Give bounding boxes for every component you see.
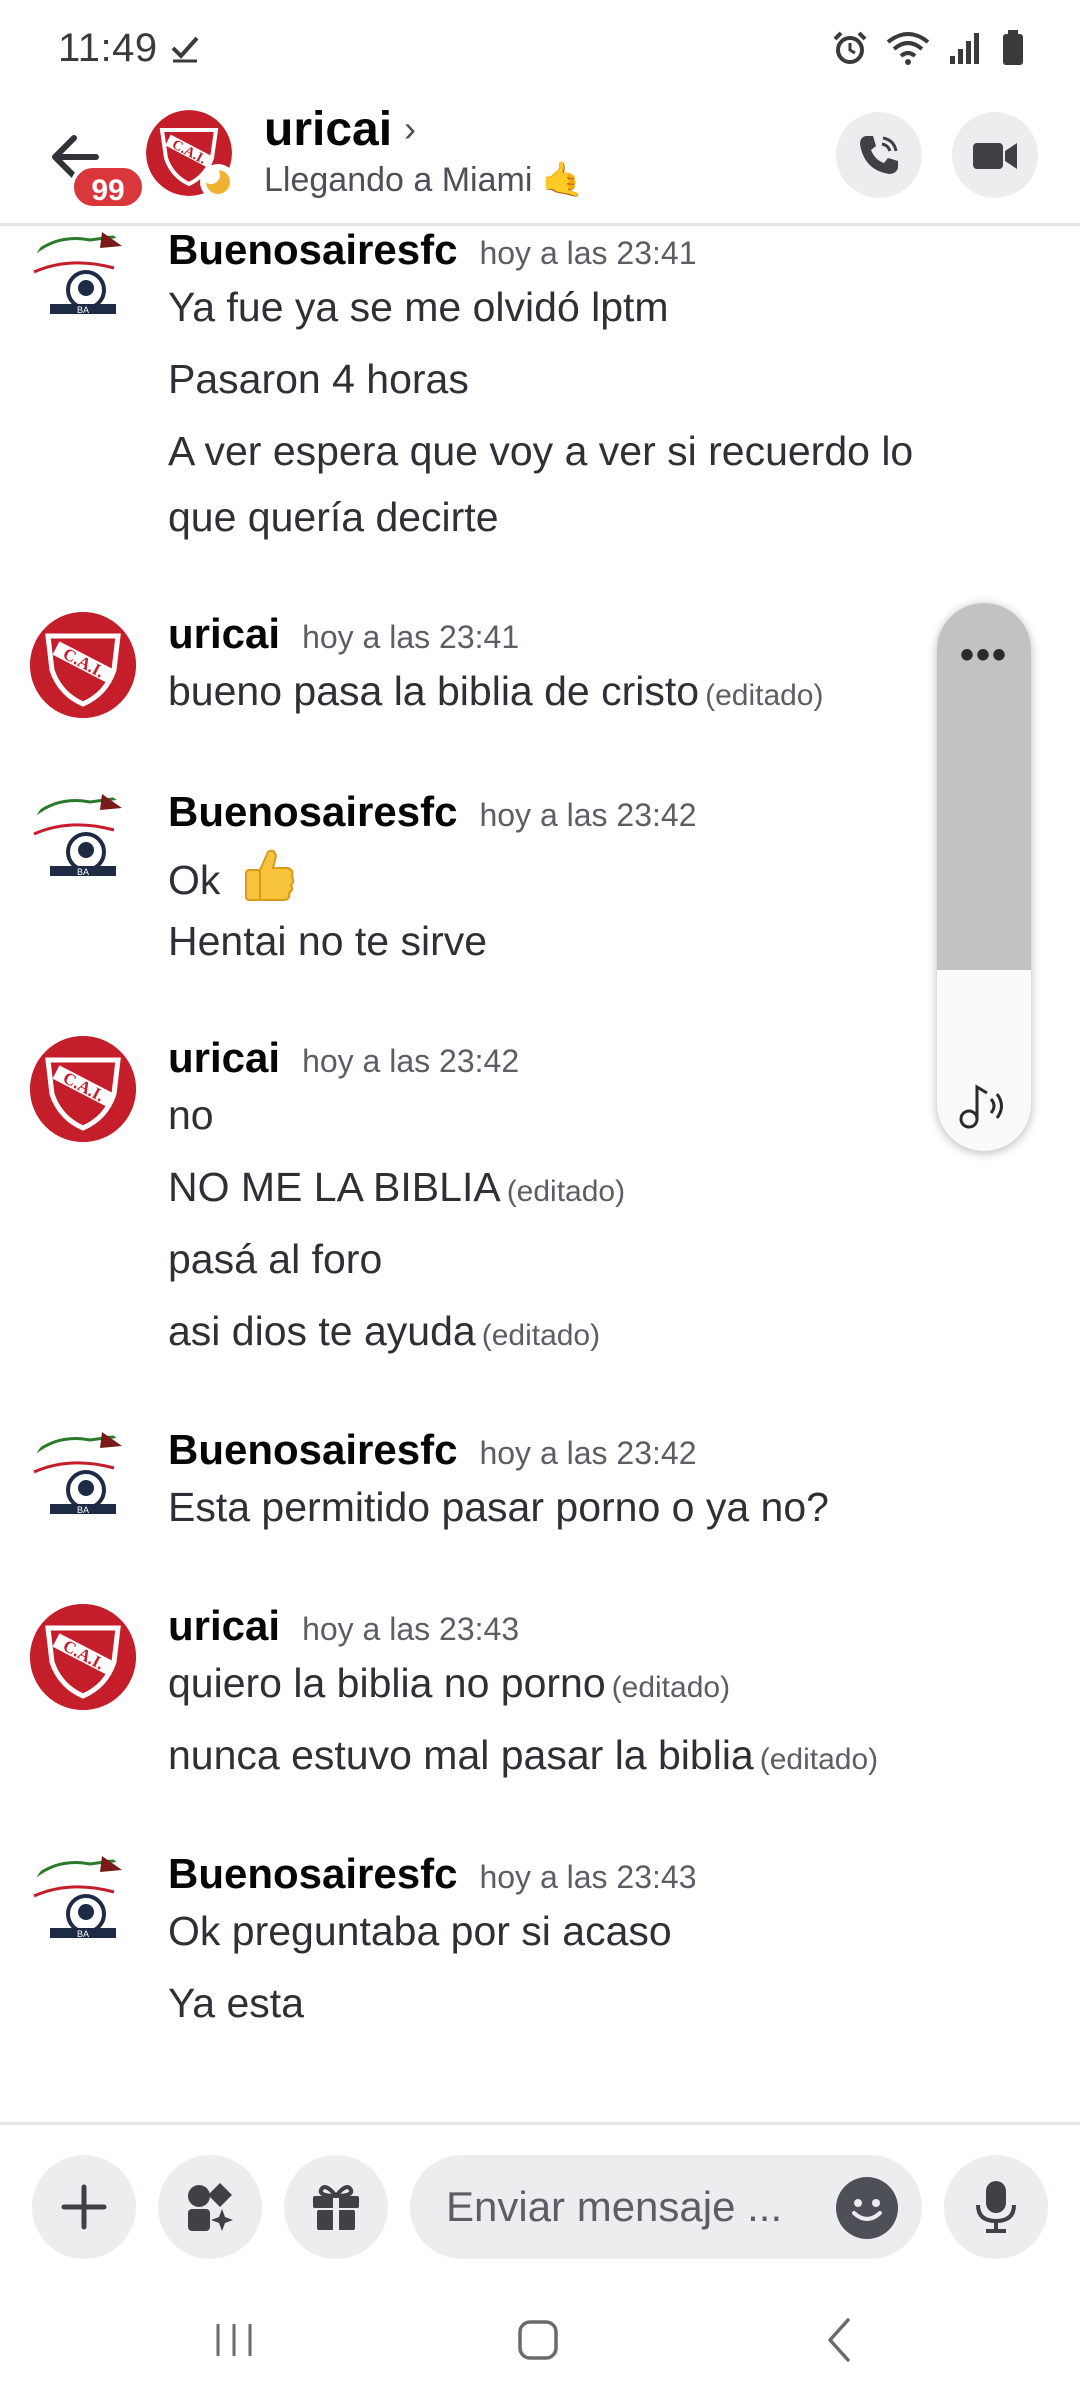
chevron-right-icon[interactable]: ›	[404, 108, 416, 150]
message-timestamp: hoy a las 23:42	[479, 1435, 697, 1471]
message-line[interactable]: Ok	[168, 846, 296, 904]
message-line[interactable]: Pasaron 4 horas	[168, 356, 469, 403]
author-name[interactable]: Buenosairesfc	[168, 1426, 457, 1473]
message-line[interactable]: Hentai no te sirve	[168, 918, 487, 965]
message-line[interactable]: quiero la biblia no porno (editado)	[168, 1660, 730, 1707]
message-line[interactable]: Esta permitido pasar porno o ya no?	[168, 1484, 829, 1531]
system-nav-bar	[0, 2282, 1080, 2400]
svg-text:BA: BA	[77, 1929, 89, 1939]
svg-text:BA: BA	[77, 867, 89, 877]
microphone-icon	[976, 2181, 1016, 2233]
music-note-icon[interactable]	[957, 1081, 1011, 1131]
edited-label: (editado)	[506, 1175, 626, 1208]
author-name[interactable]: uricai	[168, 1034, 280, 1081]
message-timestamp: hoy a las 23:42	[479, 797, 697, 833]
check-icon	[171, 36, 199, 63]
author-name[interactable]: uricai	[168, 610, 280, 657]
message-text: NO ME LA BIBLIA	[168, 1164, 501, 1210]
message-author[interactable]: Buenosairesfc hoy a las 23:42	[168, 1426, 697, 1474]
voice-call-button[interactable]	[836, 112, 922, 198]
author-name[interactable]: uricai	[168, 1602, 280, 1649]
status-time: 11:49	[58, 26, 158, 70]
message-line[interactable]: que quería decirte	[168, 494, 499, 541]
message-line[interactable]: asi dios te ayuda (editado)	[168, 1308, 600, 1355]
author-name[interactable]: Buenosairesfc	[168, 788, 457, 835]
author-name[interactable]: Buenosairesfc	[168, 1850, 457, 1897]
signal-icon	[950, 33, 979, 64]
edited-label: (editado)	[481, 1319, 601, 1352]
gift-button[interactable]	[284, 2155, 388, 2259]
avatar[interactable]: BA	[30, 226, 136, 332]
apps-button[interactable]	[158, 2155, 262, 2259]
svg-text:BA: BA	[77, 305, 89, 315]
message-timestamp: hoy a las 23:43	[302, 1611, 520, 1647]
avatar[interactable]: BA	[30, 788, 136, 894]
media-volume-widget[interactable]: •••	[937, 603, 1031, 1151]
message-line[interactable]: A ver espera que voy a ver si recuerdo l…	[168, 428, 913, 475]
gift-icon	[313, 2185, 359, 2230]
custom-status: Llegando a Miami 🤙	[264, 161, 585, 199]
message-text: nunca estuvo mal pasar la biblia	[168, 1732, 754, 1778]
video-camera-icon	[973, 143, 1017, 169]
message-input-placeholder[interactable]: Enviar mensaje ...	[446, 2183, 782, 2231]
message-text: quiero la biblia no porno	[168, 1660, 606, 1706]
message-line[interactable]: no	[168, 1092, 214, 1139]
message-timestamp: hoy a las 23:42	[302, 1043, 520, 1079]
avatar[interactable]: BA	[30, 1850, 136, 1956]
avatar[interactable]: C.A.I.	[30, 1604, 136, 1710]
message-line[interactable]: bueno pasa la biblia de cristo (editado)	[168, 668, 823, 715]
message-line[interactable]: pasá al foro	[168, 1236, 382, 1283]
status-bar: 11:49	[0, 0, 1080, 100]
author-name[interactable]: Buenosairesfc	[168, 226, 457, 273]
svg-text:BA: BA	[77, 1505, 89, 1515]
avatar[interactable]: BA	[30, 1426, 136, 1532]
voice-message-button[interactable]	[944, 2155, 1048, 2259]
video-call-button[interactable]	[952, 112, 1038, 198]
message-text: asi dios te ayuda	[168, 1308, 476, 1354]
message-input[interactable]: Enviar mensaje ...	[410, 2155, 922, 2259]
unread-badge: 99	[70, 164, 146, 210]
chat-screen: 11:49 99 C.A.I. uricai › Llegando a Miam…	[0, 0, 1080, 2400]
message-author[interactable]: Buenosairesfc hoy a las 23:41	[168, 226, 697, 274]
message-list[interactable]: BA Buenosairesfc hoy a las 23:41 Ya fue y…	[0, 226, 1080, 2122]
edited-label: (editado)	[759, 1743, 879, 1776]
recents-icon[interactable]	[204, 2310, 264, 2370]
emoji-icon[interactable]	[836, 2177, 898, 2239]
avatar[interactable]: C.A.I.	[30, 1036, 136, 1142]
message-line[interactable]: nunca estuvo mal pasar la biblia (editado…	[168, 1732, 878, 1779]
chat-header: 99 C.A.I. uricai › Llegando a Miami 🤙	[0, 100, 1080, 226]
idle-status-icon	[200, 164, 236, 200]
plus-icon	[61, 2184, 107, 2230]
wifi-icon	[886, 32, 930, 65]
nav-back-icon[interactable]	[810, 2310, 870, 2370]
edited-label: (editado)	[705, 679, 824, 712]
more-options-icon[interactable]: •••	[937, 633, 1031, 678]
add-attachment-button[interactable]	[32, 2155, 136, 2259]
apps-icon	[188, 2183, 233, 2231]
avatar[interactable]: C.A.I.	[30, 612, 136, 718]
message-text: bueno pasa la biblia de cristo	[168, 668, 700, 714]
message-composer: Enviar mensaje ...	[0, 2122, 1080, 2282]
home-icon[interactable]	[508, 2310, 568, 2370]
thumbs-up-emoji-icon	[244, 849, 295, 901]
phone-icon	[860, 136, 898, 174]
message-author[interactable]: uricai hoy a las 23:41	[168, 610, 519, 658]
message-line[interactable]: NO ME LA BIBLIA (editado)	[168, 1164, 625, 1211]
message-text: Ok	[168, 857, 221, 903]
message-author[interactable]: uricai hoy a las 23:42	[168, 1034, 519, 1082]
message-timestamp: hoy a las 23:43	[479, 1859, 697, 1895]
edited-label: (editado)	[611, 1671, 731, 1704]
message-line[interactable]: Ya esta	[168, 1980, 304, 2027]
alarm-icon	[833, 31, 867, 64]
message-author[interactable]: uricai hoy a las 23:43	[168, 1602, 519, 1650]
message-line[interactable]: Ya fue ya se me olvidó lptm	[168, 284, 669, 331]
message-author[interactable]: Buenosairesfc hoy a las 23:43	[168, 1850, 697, 1898]
status-icons	[832, 30, 1024, 66]
message-timestamp: hoy a las 23:41	[479, 235, 697, 271]
message-line[interactable]: Ok preguntaba por si acaso	[168, 1908, 672, 1955]
message-author[interactable]: Buenosairesfc hoy a las 23:42	[168, 788, 697, 836]
channel-title[interactable]: uricai	[264, 102, 392, 157]
message-timestamp: hoy a las 23:41	[302, 619, 520, 655]
battery-icon	[1003, 30, 1023, 65]
